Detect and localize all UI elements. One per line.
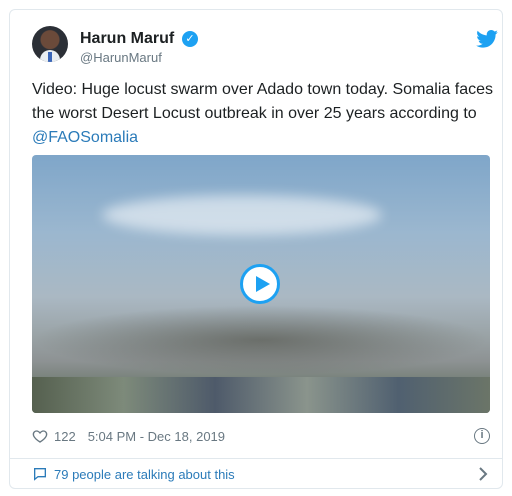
info-icon[interactable]: i (474, 428, 490, 444)
chevron-right-icon[interactable] (476, 466, 490, 482)
town-rooftops (32, 377, 490, 413)
conversation-link[interactable]: 79 people are talking about this (32, 466, 235, 482)
mention-link[interactable]: @FAOSomalia (32, 129, 138, 146)
tweet-text: Video: Huge locust swarm over Adado town… (32, 78, 502, 150)
author-name[interactable]: Harun Maruf (80, 30, 174, 48)
timestamp[interactable]: 5:04 PM - Dec 18, 2019 (88, 429, 225, 444)
divider (10, 458, 502, 459)
tweet-card: Harun Maruf ✓ @HarunMaruf Video: Huge lo… (9, 9, 503, 489)
twitter-bird-icon[interactable] (476, 30, 498, 48)
tweet-meta: 122 5:04 PM - Dec 18, 2019 (32, 428, 225, 444)
verified-badge-icon: ✓ (182, 31, 198, 47)
author-handle[interactable]: @HarunMaruf (80, 50, 162, 65)
play-icon[interactable] (240, 264, 280, 304)
speech-bubble-icon (34, 468, 46, 481)
avatar[interactable] (32, 26, 68, 62)
sky-cloud (102, 195, 382, 235)
like-count[interactable]: 122 (54, 429, 76, 444)
heart-icon[interactable] (32, 428, 48, 444)
video-thumbnail[interactable] (32, 155, 490, 413)
locust-swarm (32, 305, 490, 375)
conversation-count[interactable]: 79 people are talking about this (54, 467, 235, 482)
tweet-body: Video: Huge locust swarm over Adado town… (32, 81, 493, 122)
